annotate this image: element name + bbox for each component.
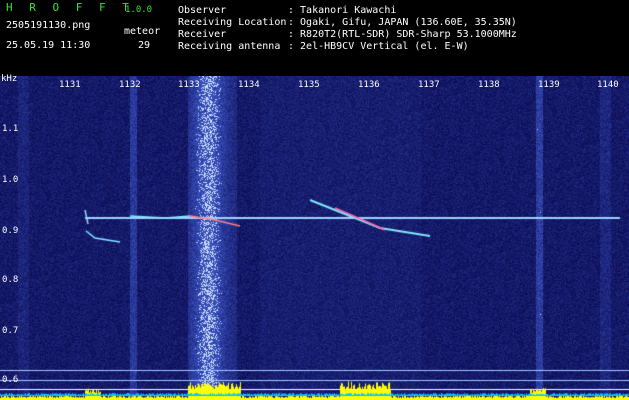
x-tick-label: 1137 (418, 80, 440, 90)
y-tick-label: 0.7 (2, 326, 19, 336)
x-tick-label: 1134 (238, 80, 260, 90)
x-tick-label: 1139 (538, 80, 560, 90)
file-name: 2505191130.png (6, 20, 91, 31)
antenna-label: Receiving antenna (178, 41, 281, 52)
antenna-value: : 2el-HB9CV Vertical (el. E-W) (288, 41, 469, 52)
observer-value: : Takanori Kawachi (288, 5, 397, 16)
receiver-value: : R820T2(RTL-SDR) SDR-Sharp 53.1000MHz (288, 29, 517, 40)
x-tick-label: 1135 (298, 80, 320, 90)
detector-label: meteor (124, 26, 161, 37)
detector-count: 29 (138, 40, 151, 51)
y-tick-label: 0.9 (2, 226, 19, 236)
app-version: 1.0.0 (125, 5, 153, 15)
x-tick-label: 1138 (478, 80, 500, 90)
x-tick-label: 1132 (119, 80, 141, 90)
y-tick-label: 0.8 (2, 275, 19, 285)
waterfall-spectrogram (0, 76, 629, 400)
location-label: Receiving Location (178, 17, 287, 28)
header-panel: H R O F F T 1.0.0 2505191130.png 25.05.1… (0, 0, 629, 76)
y-tick-label: 1.0 (2, 175, 19, 185)
app-title: H R O F F T (6, 1, 134, 14)
x-axis-unit: kHz (1, 74, 18, 84)
y-tick-label: 1.1 (2, 124, 19, 134)
location-value: : Ogaki, Gifu, JAPAN (136.60E, 35.35N) (288, 17, 517, 28)
x-tick-label: 1136 (358, 80, 380, 90)
x-tick-label: 1133 (178, 80, 200, 90)
x-tick-label: 1131 (59, 80, 81, 90)
y-tick-label: 0.6 (2, 375, 19, 385)
x-tick-label: 1140 (597, 80, 619, 90)
file-datetime: 25.05.19 11:30 (6, 40, 91, 51)
receiver-label: Receiver (178, 29, 227, 40)
observer-label: Observer (178, 5, 227, 16)
